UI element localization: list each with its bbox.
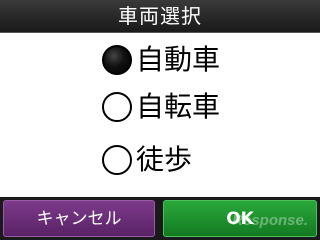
- radio-unselected-icon[interactable]: [102, 145, 132, 175]
- page-title: 車両選択: [0, 0, 320, 33]
- vehicle-options-list: 自動車 自転車 徒歩: [0, 32, 320, 197]
- ok-button[interactable]: OK: [163, 200, 317, 237]
- button-bar: キャンセル OK: [0, 197, 320, 240]
- option-car[interactable]: 自動車: [102, 40, 220, 80]
- cancel-button[interactable]: キャンセル: [3, 200, 155, 237]
- option-label-car: 自動車: [136, 43, 221, 76]
- option-bicycle[interactable]: 自転車: [102, 87, 220, 127]
- option-label-walk: 徒歩: [136, 143, 193, 176]
- vehicle-select-screen: 車両選択 自動車 自転車 徒歩 キャンセル OK Response.: [0, 0, 320, 240]
- radio-selected-icon[interactable]: [102, 45, 132, 75]
- option-walk[interactable]: 徒歩: [102, 140, 192, 180]
- radio-unselected-icon[interactable]: [102, 92, 132, 122]
- option-label-bicycle: 自転車: [136, 90, 221, 123]
